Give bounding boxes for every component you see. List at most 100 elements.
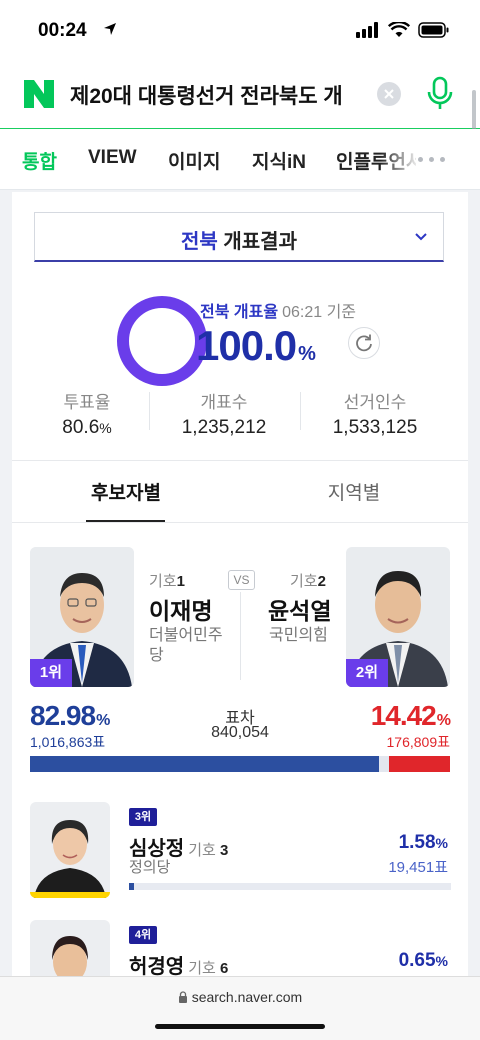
microphone-icon[interactable] <box>426 76 454 112</box>
vote-share-bar-red <box>389 756 450 772</box>
number-value: 2 <box>317 573 326 590</box>
candidate-pct: 82.98% <box>30 700 110 732</box>
stat-value: 80.6% <box>12 417 162 439</box>
count-rate-value: 100.0% <box>196 322 316 370</box>
pct-unit: % <box>96 712 110 729</box>
candidate-photo[interactable] <box>30 802 110 898</box>
count-time: 06:21 기준 <box>282 304 357 321</box>
election-result-card: 전북 개표결과 전북 개표율 06:21 기준 100.0% 투표율 80.6% … <box>12 192 468 1016</box>
stat-unit: % <box>99 420 112 436</box>
vote-gap-value: 840,054 <box>211 724 269 741</box>
vote-share-bar <box>30 756 450 772</box>
pct-unit: % <box>435 953 448 969</box>
candidate-number: 기호 3 <box>188 842 228 859</box>
refresh-icon <box>356 334 372 352</box>
chevron-down-icon <box>415 233 427 241</box>
candidate-party: 정의당 <box>129 859 171 876</box>
pct-value: 0.65 <box>398 950 436 971</box>
lock-icon <box>178 991 187 1003</box>
search-tabs: 통합 VIEW 이미지 지식iN 인플루언서 <box>0 129 480 190</box>
candidate-row-name[interactable]: 허경영 기호 6 <box>129 950 228 979</box>
count-rate-label: 전북 개표율 06:21 기준 <box>200 298 356 322</box>
count-rate-unit: % <box>298 343 316 365</box>
candidate-photo[interactable]: 2위 <box>346 547 450 687</box>
stat-value: 1,533,125 <box>332 417 418 438</box>
region-title: 전북 개표결과 <box>35 225 443 254</box>
candidate-number: 기호1 <box>149 570 185 591</box>
cellular-signal-icon <box>356 22 378 38</box>
count-region: 전북 <box>200 304 230 321</box>
candidate-number: 기호2 <box>290 570 326 591</box>
pct-unit: % <box>435 835 448 851</box>
stat-label: 개표수 <box>200 393 248 412</box>
more-tabs-icon[interactable] <box>418 157 445 162</box>
rank-badge: 4위 <box>129 926 157 944</box>
battery-icon <box>418 22 449 38</box>
candidate-party: 국민의힘 <box>269 627 328 644</box>
search-input[interactable]: 제20대 대통령선거 전라북도 개 <box>70 80 370 110</box>
home-indicator[interactable] <box>155 1024 325 1029</box>
status-icons <box>356 22 450 38</box>
browser-address-bar[interactable]: search.naver.com <box>0 976 480 1040</box>
pct-unit: % <box>436 712 451 729</box>
divider <box>12 522 468 523</box>
pct-value: 14.42 <box>370 700 437 731</box>
number-label: 기호 <box>290 573 318 590</box>
number-label: 기호 <box>188 960 216 977</box>
stat-label: 선거인수 <box>343 393 407 412</box>
subtab-region[interactable]: 지역별 <box>240 478 468 505</box>
candidate-photo[interactable]: 1위 <box>30 547 134 687</box>
stat-counted: 개표수 1,235,212 <box>149 388 299 439</box>
refresh-button[interactable] <box>348 327 380 359</box>
subtab-candidate[interactable]: 후보자별 <box>12 478 240 505</box>
stat-number: 80.6 <box>62 417 100 438</box>
candidate-portrait-icon <box>30 802 110 898</box>
tab-view[interactable]: VIEW <box>88 147 137 169</box>
tab-fade <box>380 129 420 189</box>
url-value: search.naver.com <box>191 989 303 1005</box>
location-arrow-icon <box>104 23 116 35</box>
candidate-pct: 0.65% <box>399 950 448 972</box>
number-label: 기호 <box>149 573 177 590</box>
count-rate-number: 100.0 <box>196 322 297 369</box>
pct-value: 82.98 <box>30 700 96 731</box>
status-time: 00:24 <box>38 20 87 41</box>
clear-search-button[interactable] <box>377 82 401 106</box>
candidate-name[interactable]: 이재명 <box>149 592 212 626</box>
stat-electorate: 선거인수 1,533,125 <box>300 388 450 439</box>
candidate-votes: 1,016,863표 <box>30 734 106 750</box>
count-progress-ring <box>117 296 207 386</box>
url-text[interactable]: search.naver.com <box>0 989 480 1005</box>
divider <box>12 460 468 461</box>
candidate-pct: 1.58% <box>399 832 448 854</box>
number-label: 기호 <box>188 842 216 859</box>
candidate-name[interactable]: 윤석열 <box>268 592 331 626</box>
candidate-votes: 19,451표 <box>388 859 448 876</box>
candidate-votes: 176,809표 <box>386 734 451 750</box>
tab-integrated[interactable]: 통합 <box>22 147 57 174</box>
candidate-pct: 14.42% <box>370 700 451 732</box>
region-select[interactable]: 전북 개표결과 <box>34 212 444 262</box>
close-icon <box>384 89 394 99</box>
rank-badge: 1위 <box>30 659 72 687</box>
stat-value: 1,235,212 <box>181 417 267 438</box>
status-bar: 00:24 <box>0 0 480 58</box>
candidate-share-bar <box>129 883 451 890</box>
wifi-icon <box>388 22 410 37</box>
vs-label: VS <box>228 570 255 590</box>
naver-logo-icon[interactable] <box>24 80 54 108</box>
candidate-party: 더불어민주당 <box>149 627 223 664</box>
rank-badge: 3위 <box>129 808 157 826</box>
number-value: 6 <box>219 960 229 977</box>
stat-label: 투표율 <box>63 393 111 412</box>
region-name: 전북 <box>181 231 218 253</box>
stat-turnout: 투표율 80.6% <box>12 388 162 439</box>
tab-images[interactable]: 이미지 <box>168 147 220 174</box>
region-label: 개표결과 <box>223 231 297 253</box>
number-value: 1 <box>176 573 185 590</box>
vs-divider <box>240 592 241 680</box>
number-value: 3 <box>219 842 229 859</box>
tab-knowledge[interactable]: 지식iN <box>252 147 306 174</box>
candidate-name: 허경영 <box>129 956 185 978</box>
search-bar: 제20대 대통령선거 전라북도 개 <box>0 58 480 129</box>
